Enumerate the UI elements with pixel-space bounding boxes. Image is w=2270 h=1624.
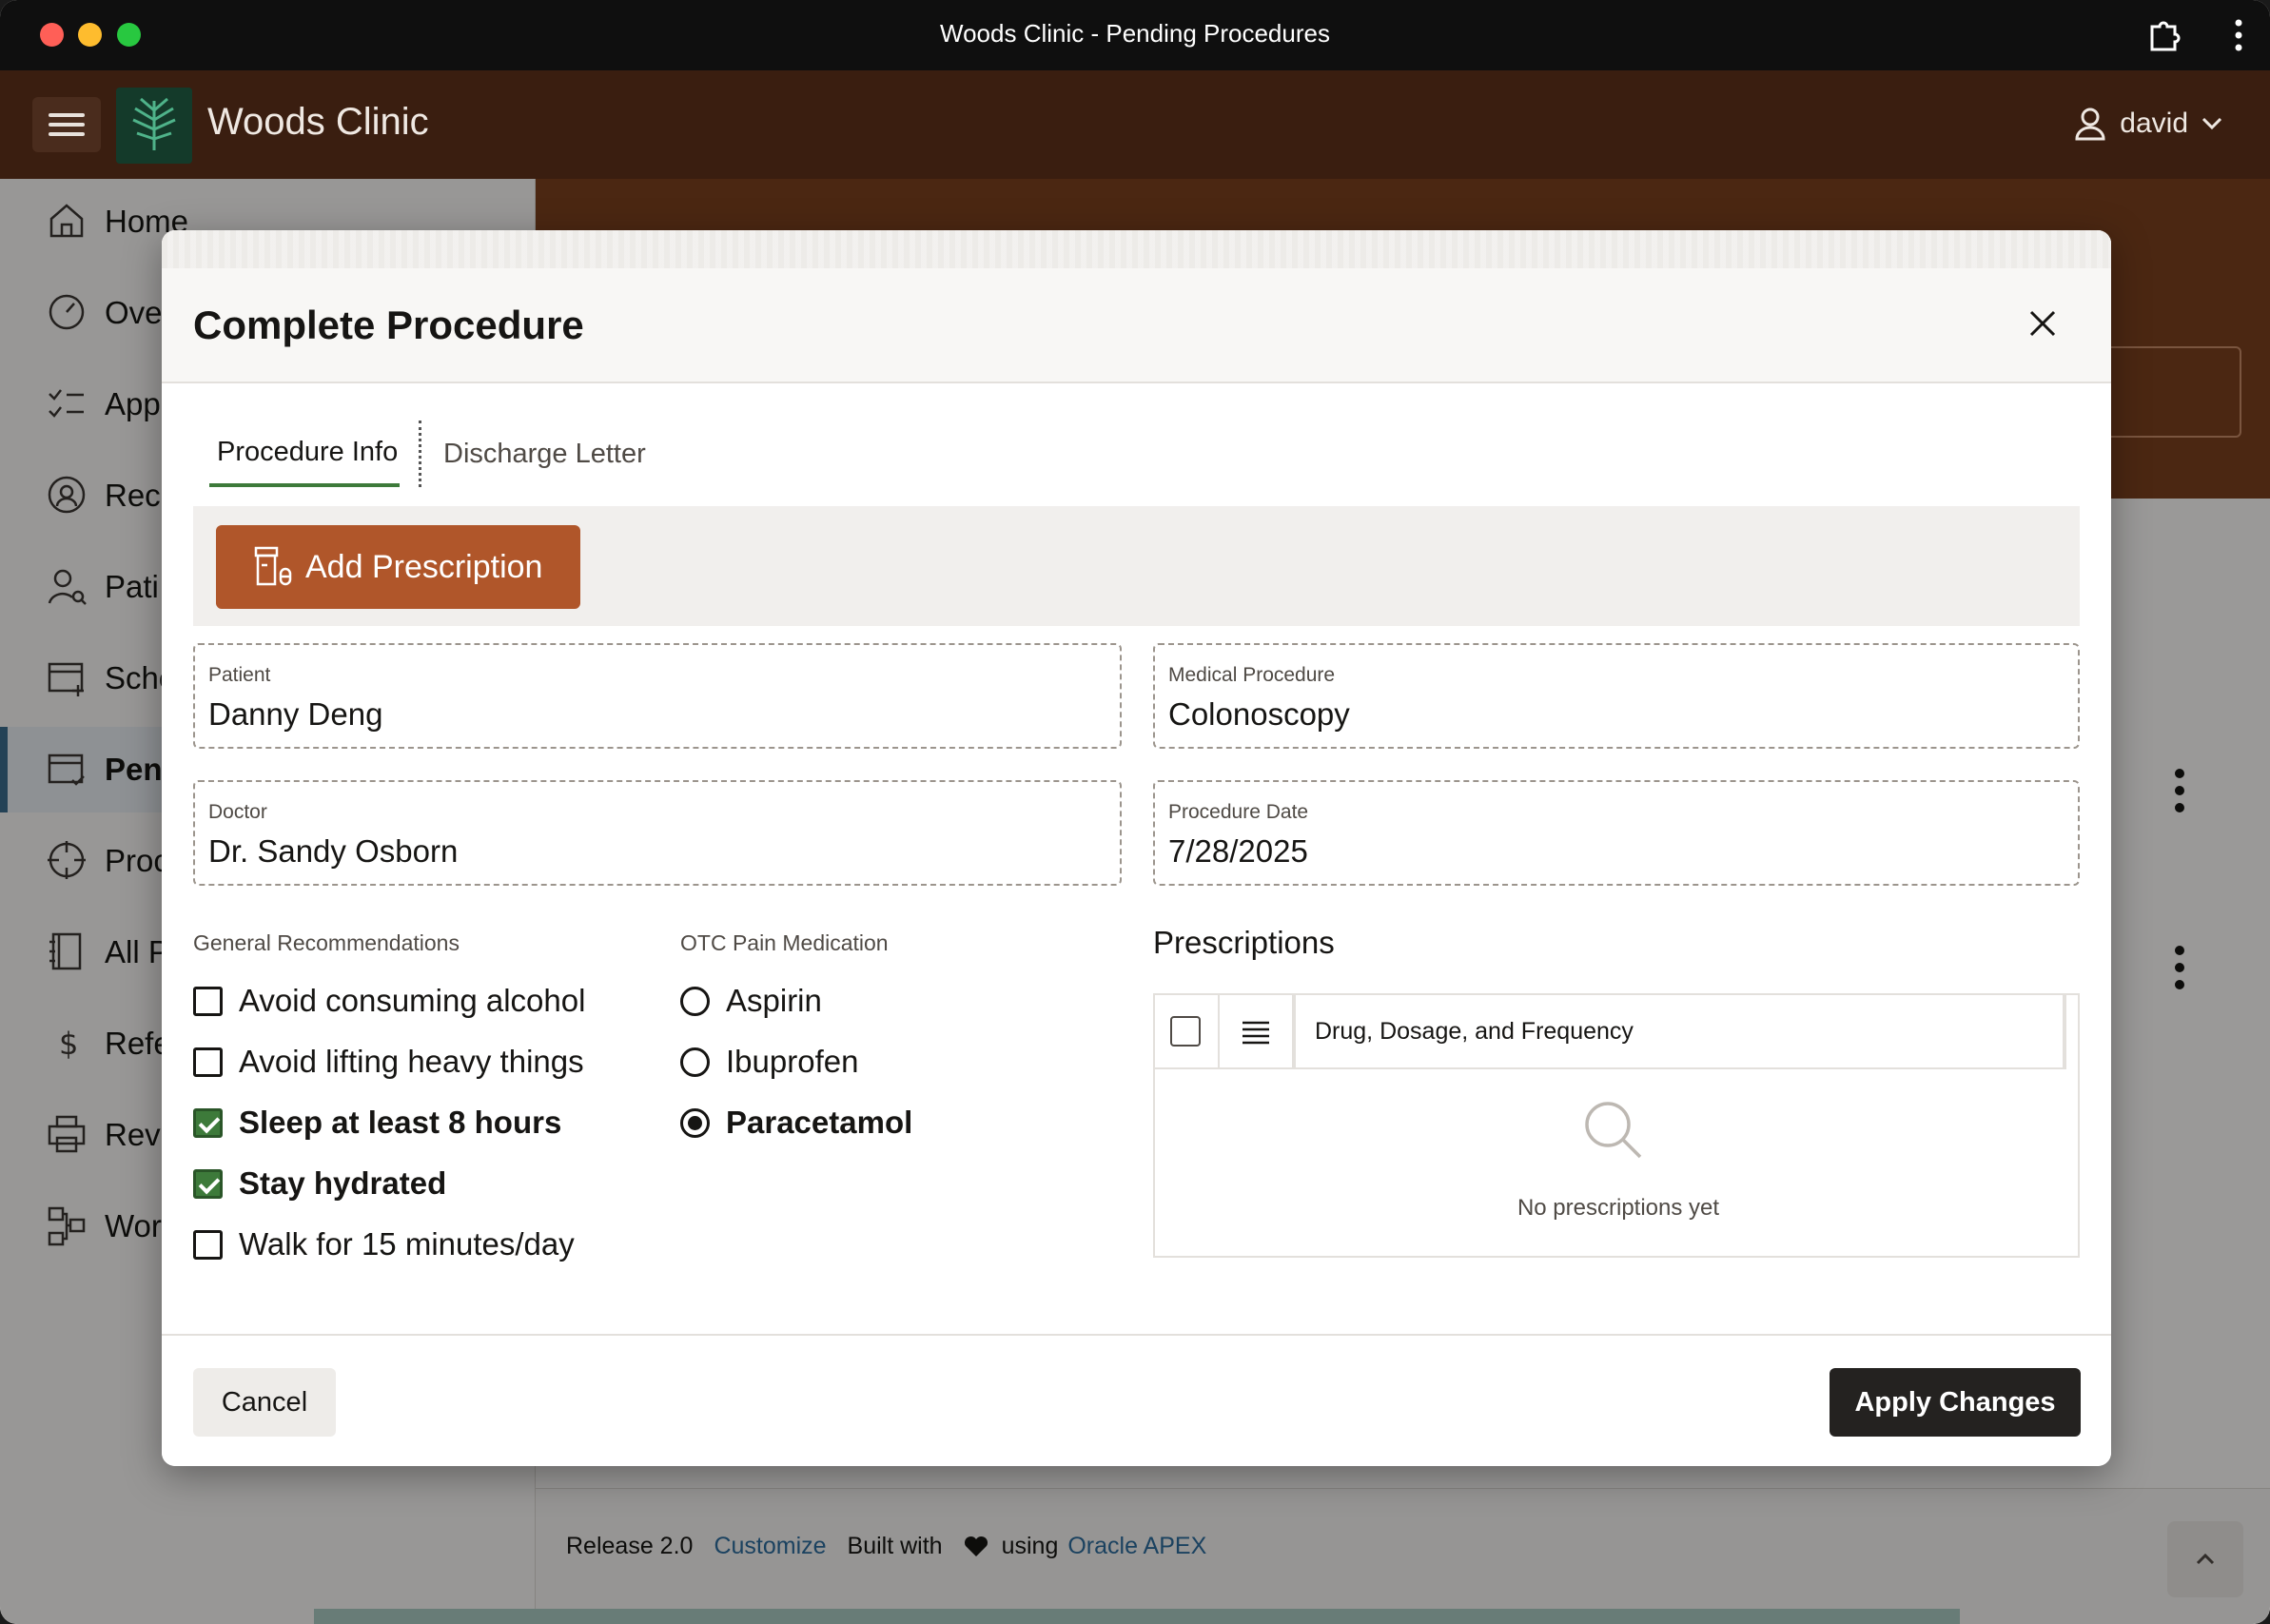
close-icon[interactable] xyxy=(2024,304,2062,342)
doctor-value: Dr. Sandy Osborn xyxy=(208,833,459,869)
dialog-title: Complete Procedure xyxy=(193,303,584,347)
cancel-button[interactable]: Cancel xyxy=(193,1368,336,1437)
radio-paracetamol[interactable]: Paracetamol xyxy=(680,1102,912,1144)
patient-field[interactable]: Patient Danny Deng xyxy=(193,643,1122,749)
radio-ibuprofen[interactable]: Ibuprofen xyxy=(680,1041,858,1083)
checkbox-walk-15-minutes[interactable]: Walk for 15 minutes/day xyxy=(193,1223,575,1265)
user-name: david xyxy=(2120,108,2188,139)
prescription-bottle-icon xyxy=(254,546,292,586)
procedure-date-field[interactable]: Procedure Date 7/28/2025 xyxy=(1153,780,2080,886)
tab-discharge-letter[interactable]: Discharge Letter xyxy=(436,421,654,487)
radio-aspirin[interactable]: Aspirin xyxy=(680,980,822,1022)
medical-procedure-label: Medical Procedure xyxy=(1168,664,1336,686)
medical-procedure-field[interactable]: Medical Procedure Colonoscopy xyxy=(1153,643,2080,749)
patient-value: Danny Deng xyxy=(208,696,383,732)
menu-toggle-button[interactable] xyxy=(32,97,101,152)
dialog-tabs: Procedure Info Discharge Letter xyxy=(209,421,1732,487)
radio-label: Ibuprofen xyxy=(726,1044,859,1079)
app-header: Woods Clinic david xyxy=(0,70,2270,179)
checkbox-label: Sleep at least 8 hours xyxy=(239,1105,562,1140)
checkbox-label: Walk for 15 minutes/day xyxy=(239,1226,575,1262)
apply-changes-button[interactable]: Apply Changes xyxy=(1830,1368,2081,1437)
procedure-date-value: 7/28/2025 xyxy=(1168,833,1308,869)
checkbox-checked[interactable] xyxy=(193,1107,223,1138)
tab-divider xyxy=(419,421,421,487)
grid-column-divider[interactable] xyxy=(1292,995,1296,1069)
dialog-footer: Cancel Apply Changes xyxy=(162,1334,2111,1466)
radio-label: Aspirin xyxy=(726,983,822,1018)
user-menu[interactable]: david xyxy=(2074,107,2222,141)
dialog-header: Complete Procedure xyxy=(162,230,2111,383)
extension-icon[interactable] xyxy=(2146,17,2182,53)
checkbox-avoid-alcohol[interactable]: Avoid consuming alcohol xyxy=(193,980,585,1022)
radio-button[interactable] xyxy=(680,1047,710,1077)
checkbox-label: Avoid consuming alcohol xyxy=(239,983,586,1018)
radio-button-selected[interactable] xyxy=(680,1107,710,1138)
search-icon xyxy=(1585,1102,1642,1159)
checkbox-label: Stay hydrated xyxy=(239,1165,447,1201)
user-icon xyxy=(2075,108,2105,141)
checkbox-avoid-lifting[interactable]: Avoid lifting heavy things xyxy=(193,1041,584,1083)
more-vertical-icon[interactable] xyxy=(2234,19,2243,51)
chevron-down-icon xyxy=(2202,117,2222,130)
empty-state-text: No prescriptions yet xyxy=(1517,1195,1720,1221)
radio-label: Paracetamol xyxy=(726,1105,913,1140)
grid-header: Drug, Dosage, and Frequency xyxy=(1155,995,2066,1069)
radio-button[interactable] xyxy=(680,986,710,1016)
checkbox-stay-hydrated[interactable]: Stay hydrated xyxy=(193,1163,446,1204)
select-all-checkbox[interactable] xyxy=(1170,1016,1201,1047)
grid-column-divider[interactable] xyxy=(2063,995,2066,1069)
grid-column-divider xyxy=(1218,995,1220,1069)
checkbox[interactable] xyxy=(193,1229,223,1260)
window-title: Woods Clinic - Pending Procedures xyxy=(940,19,1330,48)
app-window: Woods Clinic - Pending Procedures Woods … xyxy=(0,0,2270,1624)
otc-pain-medication-label: OTC Pain Medication xyxy=(680,930,889,955)
dialog-header-texture xyxy=(162,230,2111,268)
doctor-label: Doctor xyxy=(208,801,267,823)
add-prescription-button[interactable]: Add Prescription xyxy=(216,525,580,609)
general-recommendations-label: General Recommendations xyxy=(193,930,460,955)
complete-procedure-dialog: Complete Procedure Procedure Info Discha… xyxy=(162,230,2111,1466)
checkbox-sleep-8-hours[interactable]: Sleep at least 8 hours xyxy=(193,1102,561,1144)
doctor-field[interactable]: Doctor Dr. Sandy Osborn xyxy=(193,780,1122,886)
medical-procedure-value: Colonoscopy xyxy=(1168,696,1350,732)
procedure-date-label: Procedure Date xyxy=(1168,801,1309,823)
column-header-drug[interactable]: Drug, Dosage, and Frequency xyxy=(1315,1018,1634,1046)
checkbox[interactable] xyxy=(193,1047,223,1077)
window-titlebar: Woods Clinic - Pending Procedures xyxy=(0,0,2270,70)
checkbox[interactable] xyxy=(193,986,223,1016)
tab-procedure-info[interactable]: Procedure Info xyxy=(209,421,400,487)
add-prescription-label: Add Prescription xyxy=(305,548,543,585)
checkbox-label: Avoid lifting heavy things xyxy=(239,1044,584,1079)
checkbox-checked[interactable] xyxy=(193,1168,223,1199)
app-brand[interactable]: Woods Clinic xyxy=(207,101,429,144)
prescriptions-grid: Drug, Dosage, and Frequency No prescript… xyxy=(1153,993,2080,1258)
list-menu-icon[interactable] xyxy=(1241,1019,1271,1046)
button-region: Add Prescription xyxy=(193,506,2080,626)
prescriptions-title: Prescriptions xyxy=(1153,925,1335,960)
clinic-logo-icon[interactable] xyxy=(116,88,192,164)
patient-label: Patient xyxy=(208,664,271,686)
